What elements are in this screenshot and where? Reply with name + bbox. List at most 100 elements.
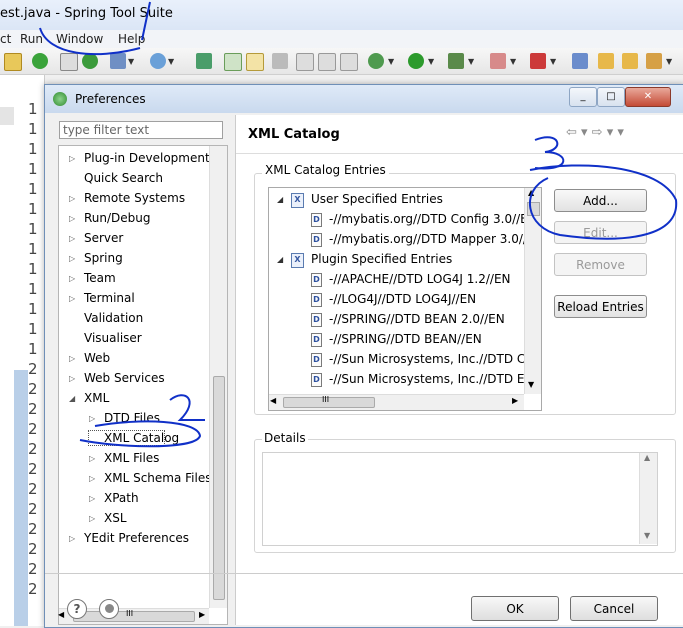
collapsed-arrow-icon[interactable]: ▷ [69, 534, 75, 543]
tree-item-xml-catalog[interactable]: XML Catalog [87, 430, 179, 446]
scroll-left-icon[interactable]: ◀ [58, 610, 64, 619]
scroll-thumb[interactable]: III [283, 395, 375, 408]
collapsed-arrow-icon[interactable]: ▷ [69, 374, 75, 383]
refresh-icon[interactable] [82, 53, 98, 69]
entries-horizontal-scrollbar[interactable]: ◀ III ▶ [269, 394, 524, 410]
tree-item-xml[interactable]: ◢ XML [69, 391, 109, 405]
scroll-left-icon[interactable]: ◀ [270, 396, 276, 405]
run-icon[interactable] [408, 53, 424, 69]
entry-row[interactable]: D -//Sun Microsystems, Inc.//DTD C [269, 352, 525, 367]
details-vertical-scrollbar[interactable]: ▲ ▼ [639, 453, 657, 544]
collapsed-arrow-icon[interactable]: ▷ [69, 154, 75, 163]
folder-icon[interactable] [598, 53, 614, 69]
entry-row[interactable]: D -//LOG4J//DTD LOG4J//EN [269, 292, 476, 307]
debug-icon[interactable] [196, 53, 212, 69]
menu-item-help[interactable]: Help [118, 32, 145, 46]
toggle-icon[interactable] [60, 53, 78, 71]
ok-button[interactable]: OK [471, 596, 559, 621]
folder-icon[interactable] [622, 53, 638, 69]
entry-group-row[interactable]: ◢ X Plugin Specified Entries [269, 252, 452, 268]
scroll-up-icon[interactable]: ▲ [528, 188, 534, 197]
chevron-down-icon[interactable]: ▼ [510, 57, 516, 66]
reload-entries-button[interactable]: Reload Entries [554, 295, 647, 318]
details-text-area[interactable]: ▲ ▼ [262, 452, 658, 546]
scroll-thumb[interactable] [527, 202, 540, 216]
chevron-down-icon[interactable]: ▼ [468, 57, 474, 66]
tree-item-quick-search[interactable]: Quick Search [69, 171, 163, 185]
entry-row[interactable]: D -//mybatis.org//DTD Mapper 3.0//EN [269, 232, 541, 247]
tree-item-web-services[interactable]: ▷ Web Services [69, 371, 165, 385]
collapsed-arrow-icon[interactable]: ▷ [69, 354, 75, 363]
entry-row[interactable]: D -//APACHE//DTD LOG4J 1.2//EN [269, 272, 511, 287]
expanded-arrow-icon[interactable]: ◢ [277, 255, 283, 264]
edit-button[interactable]: Edit... [554, 221, 647, 244]
add-button[interactable]: Add... [554, 189, 647, 212]
history-navigation[interactable]: ⇦ ▾ ⇨ ▾ ▾ [566, 125, 624, 140]
collapsed-arrow-icon[interactable]: ▷ [89, 494, 95, 503]
collapsed-arrow-icon[interactable]: ▷ [69, 234, 75, 243]
run-server-icon[interactable] [32, 53, 48, 69]
tree-item-validation[interactable]: Validation [69, 311, 143, 325]
collapsed-arrow-icon[interactable]: ▷ [69, 274, 75, 283]
stop-icon[interactable] [490, 53, 506, 69]
bug-icon[interactable] [368, 53, 384, 69]
tree-item-run-debug[interactable]: ▷ Run/Debug [69, 211, 151, 225]
mark-occurrences-icon[interactable] [224, 53, 242, 71]
entry-group-row[interactable]: ◢ X User Specified Entries [269, 192, 443, 208]
tree-item-server[interactable]: ▷ Server [69, 231, 123, 245]
cancel-button[interactable]: Cancel [570, 596, 658, 621]
scroll-down-icon[interactable]: ▼ [644, 531, 650, 540]
pencil-icon[interactable] [646, 53, 662, 69]
flag-icon[interactable] [530, 53, 546, 69]
collapsed-arrow-icon[interactable]: ▷ [69, 294, 75, 303]
scroll-thumb[interactable]: III [73, 609, 195, 622]
tree-item-yedit-preferences[interactable]: ▷ YEdit Preferences [69, 531, 189, 545]
import-export-icon[interactable] [99, 599, 119, 619]
collapsed-arrow-icon[interactable]: ▷ [69, 194, 75, 203]
menu-item-run[interactable]: Run [20, 32, 43, 46]
new-wizard-icon[interactable] [110, 53, 126, 69]
remove-button[interactable]: Remove [554, 253, 647, 276]
tree-item-xsl[interactable]: ▷ XSL [89, 511, 127, 525]
filter-input[interactable]: type filter text [59, 121, 223, 139]
entry-row[interactable]: D -//Sun Microsystems, Inc.//DTD E [269, 372, 524, 387]
tree-item-xml-files[interactable]: ▷ XML Files [89, 451, 159, 465]
collapsed-arrow-icon[interactable]: ▷ [89, 514, 95, 523]
chevron-down-icon[interactable]: ▼ [168, 57, 174, 66]
tree-item-plug-in-development[interactable]: ▷ Plug-in Development [69, 151, 210, 165]
scroll-right-icon[interactable]: ▶ [512, 396, 518, 405]
tree-item-xml-schema-files[interactable]: ▷ XML Schema Files [89, 471, 211, 485]
link-icon[interactable] [272, 53, 288, 69]
help-icon[interactable]: ? [67, 599, 87, 619]
scroll-up-icon[interactable]: ▲ [644, 453, 650, 462]
collapsed-arrow-icon[interactable]: ▷ [89, 454, 95, 463]
entry-row[interactable]: D -//SPRING//DTD BEAN//EN [269, 332, 482, 347]
entries-vertical-scrollbar[interactable]: ▲ ▼ [524, 188, 541, 394]
expanded-arrow-icon[interactable]: ◢ [69, 394, 75, 403]
tree-item-visualiser[interactable]: Visualiser [69, 331, 142, 345]
paragraph-icon[interactable] [340, 53, 358, 71]
highlight-icon[interactable] [246, 53, 264, 71]
entry-row[interactable]: D -//SPRING//DTD BEAN 2.0//EN [269, 312, 505, 327]
menu-item-edit-fragment[interactable]: ct [0, 32, 11, 46]
scroll-thumb[interactable] [213, 376, 225, 600]
maximize-button[interactable]: □ [597, 87, 625, 107]
collapsed-arrow-icon[interactable]: ▷ [69, 214, 75, 223]
collapsed-arrow-icon[interactable]: ▷ [69, 254, 75, 263]
tree-item-remote-systems[interactable]: ▷ Remote Systems [69, 191, 185, 205]
entry-row[interactable]: D -//mybatis.org//DTD Config 3.0//EN [269, 212, 537, 227]
doc-icon[interactable] [296, 53, 314, 71]
doc-icon[interactable] [318, 53, 336, 71]
tree-item-web[interactable]: ▷ Web [69, 351, 110, 365]
tree-item-terminal[interactable]: ▷ Terminal [69, 291, 135, 305]
collapsed-arrow-icon[interactable]: ▷ [89, 414, 95, 423]
chevron-down-icon[interactable]: ▼ [666, 57, 672, 66]
spring-icon[interactable] [150, 53, 166, 69]
tree-item-dtd-files[interactable]: ▷ DTD Files [89, 411, 160, 425]
menu-item-window[interactable]: Window [56, 32, 103, 46]
chevron-down-icon[interactable]: ▼ [428, 57, 434, 66]
tree-item-spring[interactable]: ▷ Spring [69, 251, 123, 265]
minimize-button[interactable]: _ [569, 87, 597, 107]
external-tools-icon[interactable] [448, 53, 464, 69]
close-button[interactable]: ✕ [625, 87, 671, 107]
